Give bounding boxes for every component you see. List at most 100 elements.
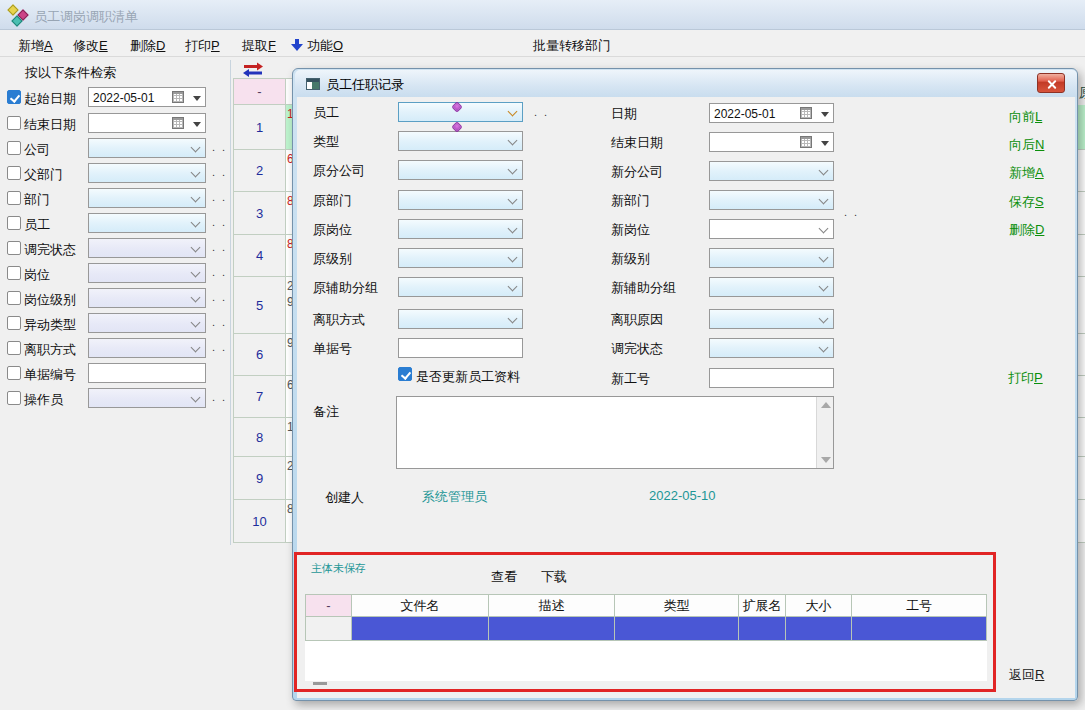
search-checkbox-2[interactable]	[7, 141, 21, 155]
grid-row-number-8[interactable]: 8	[233, 418, 286, 457]
print-button[interactable]: 打印P	[1008, 369, 1043, 387]
dialog-left-2-field[interactable]	[398, 160, 523, 180]
search-checkbox-8[interactable]	[7, 291, 21, 305]
swap-columns-icon[interactable]	[242, 62, 264, 77]
dialog-left-6-field[interactable]	[398, 277, 523, 297]
attachment-col-header-1[interactable]: 文件名	[352, 594, 489, 617]
nav-button-A[interactable]: 新增A	[1009, 164, 1044, 182]
search-checkbox-6[interactable]	[7, 241, 21, 255]
chevron-down-icon[interactable]	[508, 253, 518, 263]
chevron-down-icon[interactable]	[191, 393, 201, 403]
search-checkbox-10[interactable]	[7, 341, 21, 355]
dialog-right-7-field[interactable]	[709, 309, 834, 329]
dialog-right-dots-3[interactable]: . .	[844, 206, 859, 218]
search-browse-dots-5[interactable]: . .	[212, 216, 227, 228]
chevron-down-icon[interactable]	[819, 166, 829, 176]
grid-row-number-5[interactable]: 5	[233, 277, 286, 334]
close-button[interactable]	[1037, 73, 1065, 93]
toolbar-item-E[interactable]: 修改E	[73, 37, 108, 53]
return-button[interactable]: 返回R	[1009, 666, 1044, 684]
search-checkbox-7[interactable]	[7, 266, 21, 280]
dialog-right-3-field[interactable]	[709, 190, 834, 210]
grid-row-number-10[interactable]: 10	[233, 500, 286, 543]
chevron-down-icon[interactable]	[191, 243, 201, 253]
search-browse-dots-12[interactable]: . .	[212, 391, 227, 403]
search-checkbox-9[interactable]	[7, 316, 21, 330]
dialog-right-5-field[interactable]	[709, 248, 834, 268]
dialog-left-5-field[interactable]	[398, 248, 523, 268]
toolbar-item-A[interactable]: 新增A	[18, 37, 53, 53]
search-browse-dots-2[interactable]: . .	[212, 141, 227, 153]
chevron-down-icon[interactable]	[508, 314, 518, 324]
search-checkbox-0[interactable]	[7, 90, 21, 104]
dialog-right-6-field[interactable]	[709, 277, 834, 297]
attachment-row-cell-5[interactable]	[786, 617, 852, 641]
dialog-right-8-field[interactable]	[709, 338, 834, 358]
toolbar-item-D[interactable]: 删除D	[130, 37, 165, 53]
search-field-1[interactable]	[88, 113, 206, 133]
calendar-icon[interactable]	[172, 91, 184, 103]
chevron-down-icon[interactable]	[508, 165, 518, 175]
note-textarea[interactable]	[396, 396, 834, 469]
toolbar-item-O[interactable]: 功能O	[307, 37, 343, 53]
chevron-down-icon[interactable]	[191, 218, 201, 228]
calendar-icon[interactable]	[172, 117, 184, 129]
dialog-right-9-field[interactable]	[709, 368, 834, 388]
dialog-left-3-field[interactable]	[398, 190, 523, 210]
search-browse-dots-3[interactable]: . .	[212, 166, 227, 178]
search-field-2[interactable]	[88, 138, 206, 158]
search-browse-dots-9[interactable]: . .	[212, 316, 227, 328]
search-browse-dots-4[interactable]: . .	[212, 191, 227, 203]
dialog-titlebar[interactable]: 员工任职记录	[295, 70, 1077, 97]
search-field-4[interactable]	[88, 188, 206, 208]
dialog-right-0-field[interactable]: 2022-05-01	[709, 103, 834, 123]
dialog-left-8-field[interactable]	[398, 338, 523, 358]
attachment-row-cell-2[interactable]	[489, 617, 615, 641]
nav-button-D[interactable]: 删除D	[1009, 221, 1044, 239]
grid-row-number-4[interactable]: 4	[233, 235, 286, 277]
attachment-col-header-4[interactable]: 扩展名	[739, 594, 786, 617]
attachment-row-cell-4[interactable]	[739, 617, 786, 641]
search-field-12[interactable]	[88, 388, 206, 408]
grid-corner-header[interactable]: -	[233, 78, 286, 105]
batch-transfer-button[interactable]: 批量转移部门	[533, 37, 611, 53]
grid-row-number-6[interactable]: 6	[233, 334, 286, 376]
chevron-down-icon[interactable]	[819, 282, 829, 292]
chevron-down-icon[interactable]	[191, 143, 201, 153]
attachment-row-cell-3[interactable]	[615, 617, 739, 641]
chevron-down-icon[interactable]	[819, 224, 829, 234]
chevron-down-icon[interactable]	[508, 136, 518, 146]
grid-row-number-9[interactable]: 9	[233, 457, 286, 500]
search-field-7[interactable]	[88, 263, 206, 283]
chevron-down-icon[interactable]	[191, 293, 201, 303]
date-dropdown-icon[interactable]	[821, 141, 829, 146]
chevron-down-icon[interactable]	[819, 195, 829, 205]
nav-button-N[interactable]: 向后N	[1009, 136, 1044, 154]
dialog-left-7-field[interactable]	[398, 309, 523, 329]
calendar-icon[interactable]	[800, 107, 812, 119]
attachment-col-header-3[interactable]: 类型	[615, 594, 739, 617]
grid-row-number-2[interactable]: 2	[233, 150, 286, 192]
grid-row-number-3[interactable]: 3	[233, 192, 286, 235]
search-browse-dots-10[interactable]: . .	[212, 341, 227, 353]
search-field-9[interactable]	[88, 313, 206, 333]
download-button[interactable]: 下载	[541, 568, 567, 586]
update-employee-checkbox[interactable]	[398, 367, 412, 381]
search-browse-dots-7[interactable]: . .	[212, 266, 227, 278]
search-checkbox-4[interactable]	[7, 191, 21, 205]
search-field-3[interactable]	[88, 163, 206, 183]
h-scrollbar-thumb[interactable]	[313, 682, 327, 685]
calendar-icon[interactable]	[800, 136, 812, 148]
attachment-row-cell-6[interactable]	[852, 617, 987, 641]
search-field-5[interactable]	[88, 213, 206, 233]
attachment-col-header-6[interactable]: 工号	[852, 594, 987, 617]
chevron-down-icon[interactable]	[191, 168, 201, 178]
scroll-down-icon[interactable]	[821, 457, 831, 463]
chevron-down-icon[interactable]	[191, 343, 201, 353]
date-dropdown-icon[interactable]	[193, 122, 201, 127]
search-field-6[interactable]	[88, 238, 206, 258]
attachment-row-cell-1[interactable]	[352, 617, 489, 641]
dialog-left-1-field[interactable]	[398, 131, 523, 151]
chevron-down-icon[interactable]	[508, 195, 518, 205]
scroll-up-icon[interactable]	[821, 402, 831, 408]
